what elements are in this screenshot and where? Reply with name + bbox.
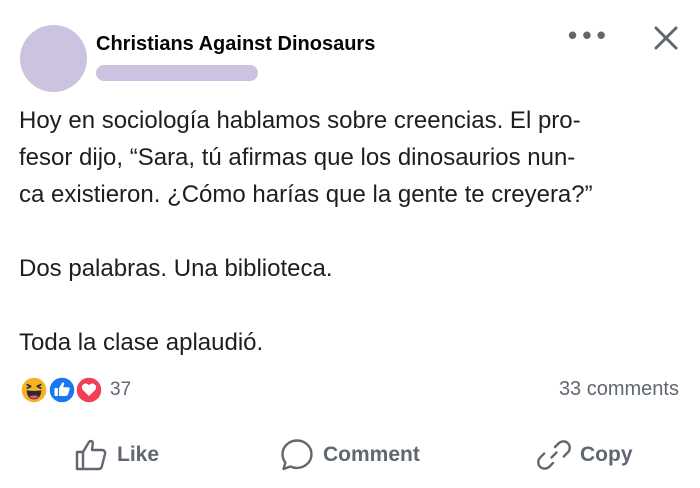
close-icon[interactable] (648, 20, 684, 56)
link-icon (537, 440, 571, 470)
reaction-summary[interactable]: 37 (18, 375, 131, 405)
like-label: Like (117, 443, 160, 466)
comment-bubble-icon (281, 439, 313, 471)
post-line: Dos palabras. Una biblioteca. (19, 255, 333, 282)
action-bar: Like Comment Copy (0, 432, 700, 478)
post-line: Hoy en sociología hablamos sobre creenci… (19, 107, 581, 134)
post-body: Hoy en sociología hablamos sobre creenci… (19, 102, 679, 361)
love-icon (74, 375, 102, 405)
post-line: ca existieron. ¿Cómo harías que la gente… (19, 181, 593, 208)
avatar[interactable] (20, 25, 87, 92)
comment-button[interactable]: Comment (279, 432, 420, 478)
post-line: Toda la clase aplaudió. (19, 329, 264, 356)
like-button[interactable]: Like (73, 432, 159, 478)
author-name[interactable]: Christians Against Dinosaurs (96, 33, 375, 56)
copy-label: Copy (580, 443, 633, 466)
reaction-count: 37 (110, 379, 132, 400)
like-icon (47, 375, 77, 405)
thumbs-up-icon (75, 439, 107, 471)
haha-icon (19, 375, 49, 405)
copy-button[interactable]: Copy (536, 432, 633, 478)
more-options-icon[interactable]: • • • (568, 22, 606, 48)
post-meta-placeholder (96, 65, 258, 81)
comment-label: Comment (323, 443, 420, 466)
comments-count[interactable]: 33 comments (559, 378, 679, 401)
post-line: fesor dijo, “Sara, tú afirmas que los di… (19, 144, 576, 171)
